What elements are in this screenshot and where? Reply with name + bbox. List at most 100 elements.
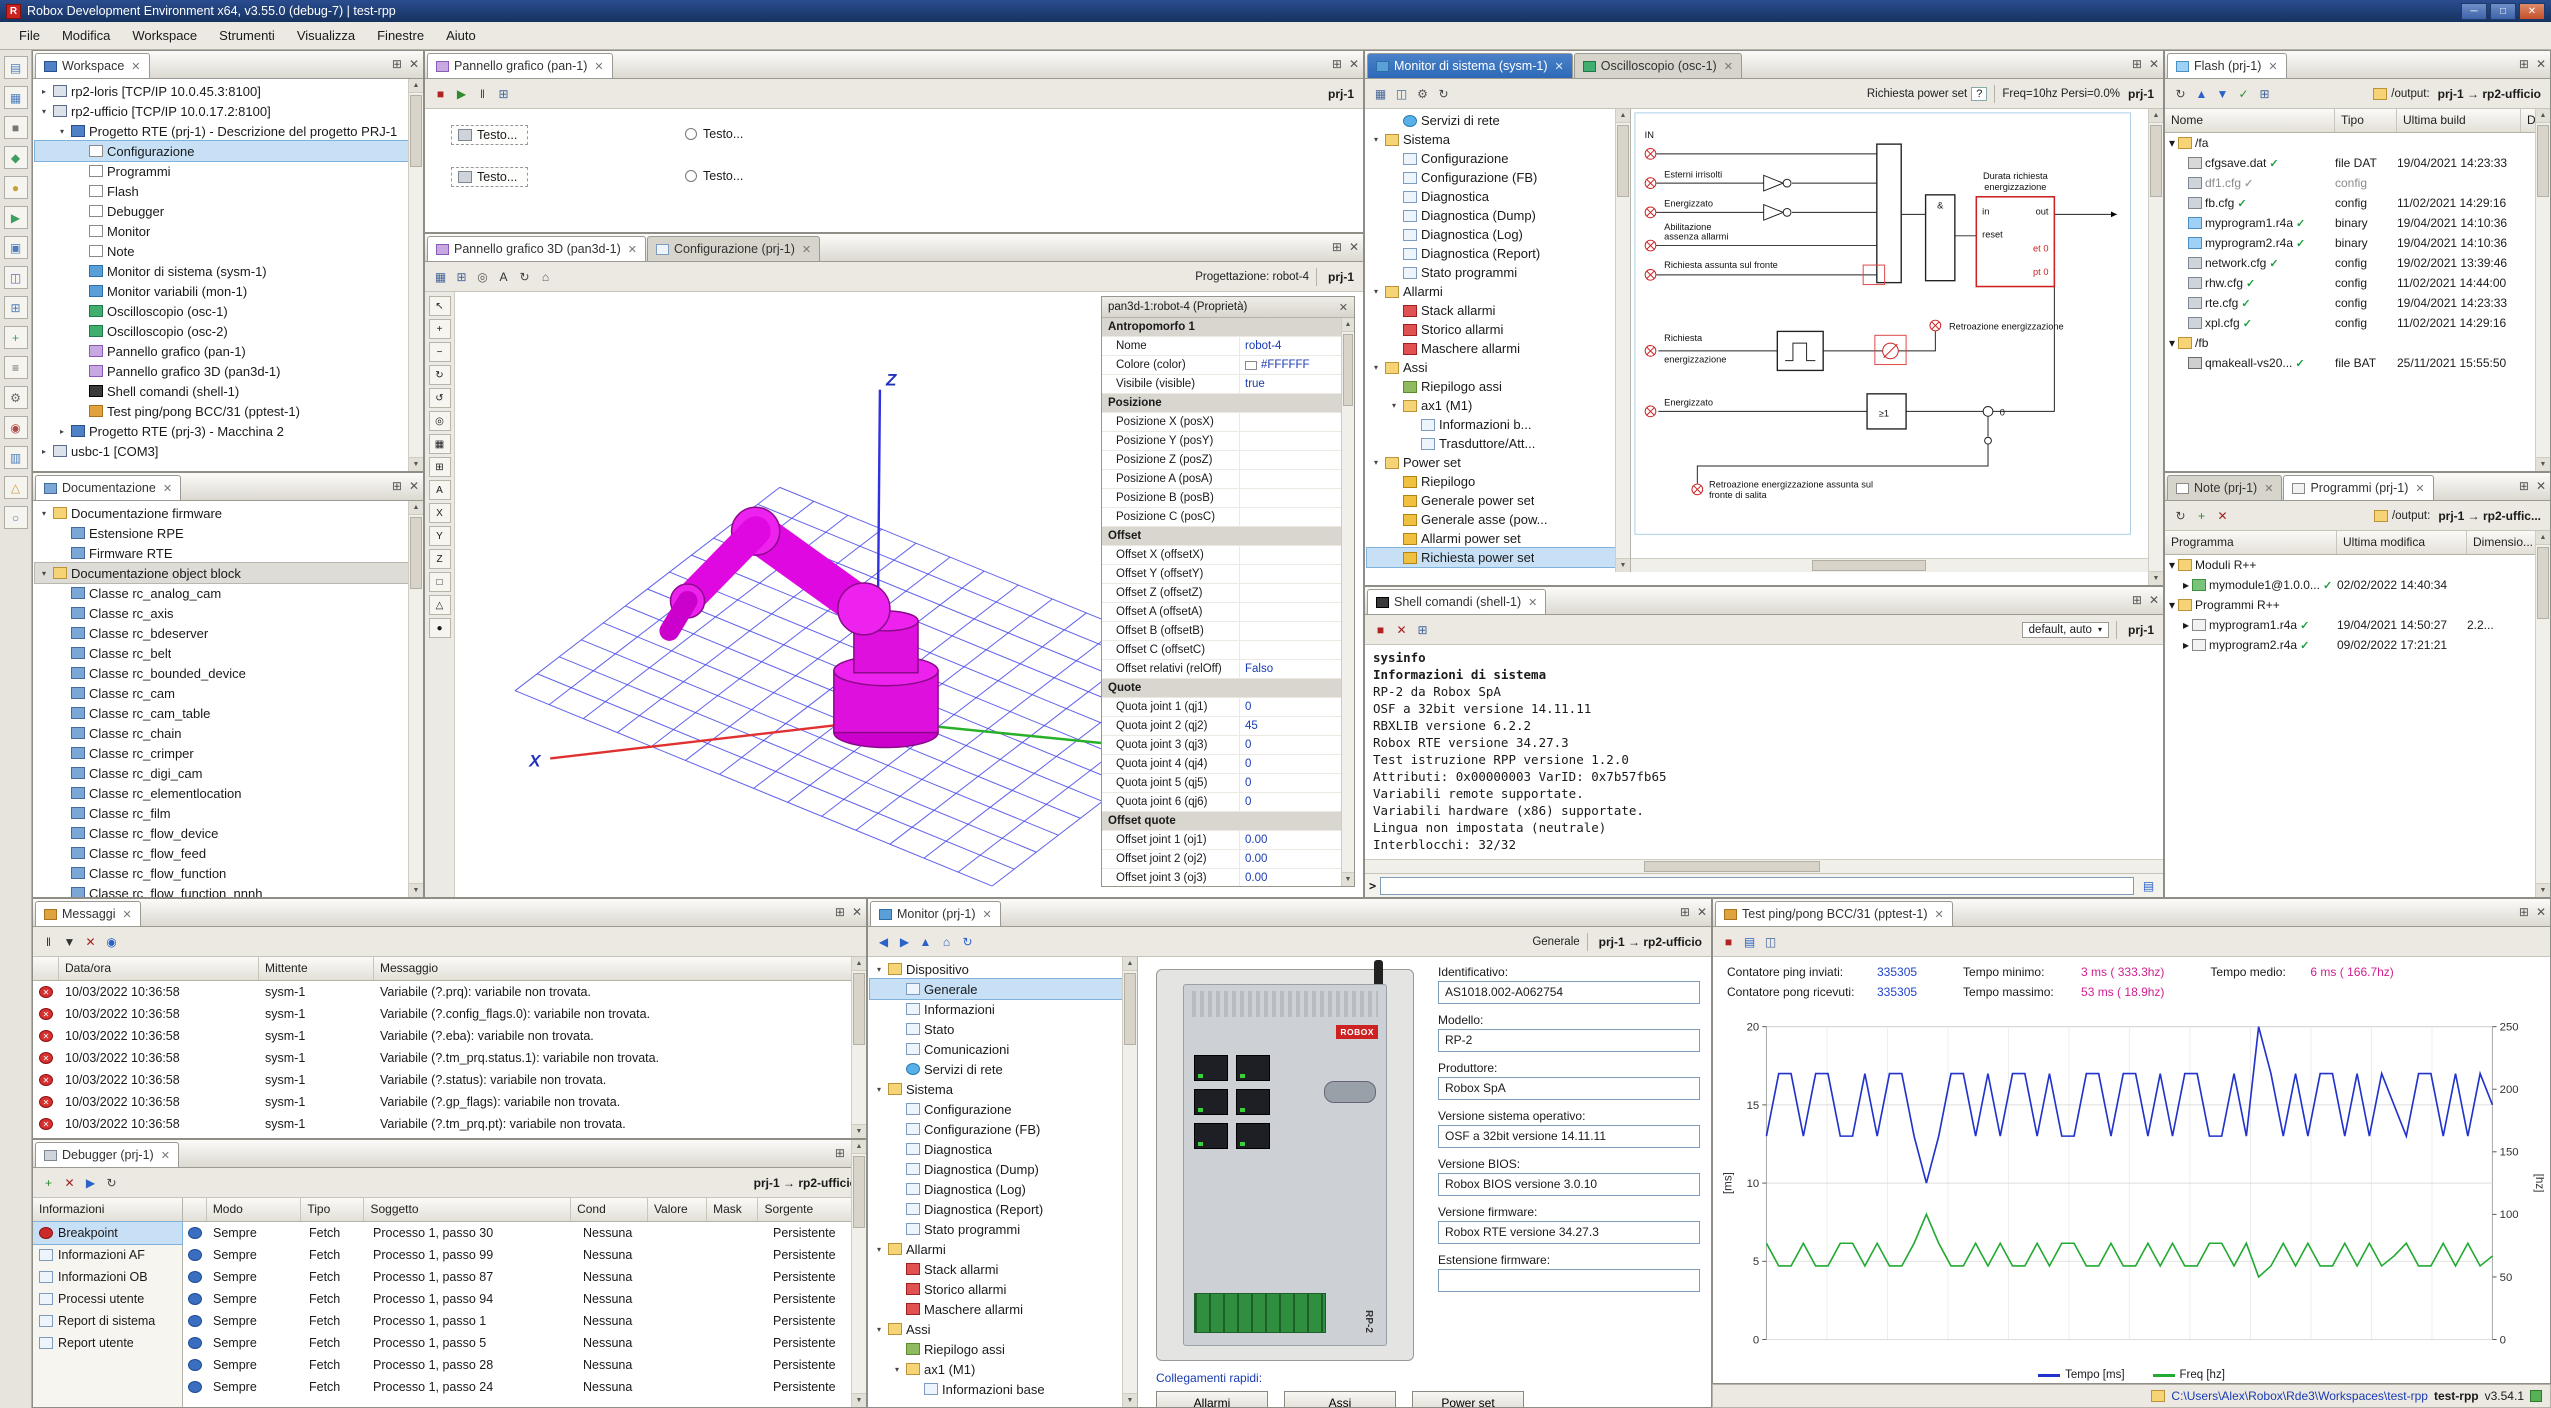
tree-item[interactable]: Generale asse (pow... xyxy=(1367,510,1615,529)
tab-workspace[interactable]: Workspace✕ xyxy=(35,53,150,78)
grid-icon[interactable]: ▦ xyxy=(429,434,451,454)
vertical-scrollbar[interactable]: ▲▼ xyxy=(1122,957,1137,1407)
debug-info-item[interactable]: Report utente xyxy=(33,1332,182,1354)
alert-icon[interactable]: △ xyxy=(4,476,28,499)
tree-item[interactable]: ▾ ax1 (M1) xyxy=(1367,396,1615,415)
file-row[interactable]: fb.cfg✓ config 11/02/2021 14:29:16 xyxy=(2165,193,2550,213)
vertical-scrollbar[interactable]: ▲▼ xyxy=(851,957,866,1138)
center-icon[interactable]: ◎ xyxy=(429,411,451,431)
field-value[interactable]: Robox RTE versione 34.27.3 xyxy=(1438,1221,1700,1244)
vertical-scrollbar[interactable]: ▲▼ xyxy=(408,501,423,897)
tab-programmi[interactable]: Programmi (prj-1)✕ xyxy=(2283,475,2433,500)
tree-item[interactable]: Configurazione xyxy=(1367,149,1615,168)
menu-item[interactable]: Visualizza xyxy=(286,24,366,47)
tree-item[interactable]: Richiesta power set xyxy=(1367,548,1615,567)
tree-item[interactable]: Configurazione (FB) xyxy=(870,1119,1122,1139)
dock-icon[interactable]: ⊞ xyxy=(1680,905,1690,919)
property-row[interactable]: Offset Z (offsetZ) xyxy=(1102,584,1341,603)
expander-icon[interactable]: ▸ xyxy=(39,87,49,96)
close-icon[interactable]: ✕ xyxy=(2149,593,2159,607)
refresh-icon[interactable]: ↻ xyxy=(2170,83,2191,104)
tree-item[interactable]: Stack allarmi xyxy=(1367,301,1615,320)
shell-command-input[interactable] xyxy=(1380,877,2134,895)
up-icon[interactable]: ▲ xyxy=(915,931,936,952)
expander-icon[interactable]: ▸ xyxy=(39,447,49,456)
tree-item[interactable]: Estensione RPE xyxy=(35,523,408,543)
save-icon[interactable]: ▼ xyxy=(59,931,80,952)
tree-item[interactable]: Diagnostica (Report) xyxy=(870,1199,1122,1219)
stop-icon[interactable]: ■ xyxy=(1370,619,1391,640)
tree-item[interactable]: Diagnostica xyxy=(870,1139,1122,1159)
download-icon[interactable]: ▼ xyxy=(2212,83,2233,104)
vertical-scrollbar[interactable]: ▲▼ xyxy=(1341,318,1354,886)
program-row[interactable]: ▾Programmi R++ xyxy=(2165,595,2550,615)
close-tab-icon[interactable]: ✕ xyxy=(131,60,140,73)
settings-icon[interactable]: ⚙ xyxy=(1412,83,1433,104)
connect-icon[interactable]: ◆ xyxy=(4,146,28,169)
refresh-icon[interactable]: ↻ xyxy=(1433,83,1454,104)
messages-table-header[interactable]: Data/ora Mittente Messaggio xyxy=(33,957,866,981)
stop-icon[interactable]: ■ xyxy=(1718,931,1739,952)
report-icon[interactable]: ▤ xyxy=(1739,931,1760,952)
home-view-icon[interactable]: ⌂ xyxy=(535,266,556,287)
upload-icon[interactable]: ▲ xyxy=(2191,83,2212,104)
axes-icon[interactable]: ⊞ xyxy=(429,457,451,477)
pointer-icon[interactable]: ↖ xyxy=(429,296,451,316)
program-row[interactable]: ▸mymodule1@1.0.0...✓ 02/02/2022 14:40:34 xyxy=(2165,575,2550,595)
close-tab-icon[interactable]: ✕ xyxy=(1724,60,1733,73)
dock-icon[interactable]: ⊞ xyxy=(392,57,402,71)
tree-item[interactable]: Servizi di rete xyxy=(1367,111,1615,130)
message-row[interactable]: 10/03/2022 10:36:58 sysm-1 Variabile (?.… xyxy=(33,1047,866,1069)
expander-icon[interactable]: ▾ xyxy=(2169,558,2175,572)
refresh-icon[interactable]: ↻ xyxy=(957,931,978,952)
tree-item[interactable]: Monitor variabili (mon-1) xyxy=(35,281,408,301)
breakpoint-row[interactable]: Sempre Fetch Processo 1, passo 94 Nessun… xyxy=(183,1288,866,1310)
verify-icon[interactable]: ✓ xyxy=(2233,83,2254,104)
expander-icon[interactable]: ▾ xyxy=(2169,598,2175,612)
close-icon[interactable]: ✕ xyxy=(2536,57,2546,71)
clear-icon[interactable]: ✕ xyxy=(1391,619,1412,640)
property-row[interactable]: Posizione X (posX) xyxy=(1102,413,1341,432)
close-tab-icon[interactable]: ✕ xyxy=(2264,482,2273,495)
close-icon[interactable]: ✕ xyxy=(1349,57,1359,71)
panel-radio-item[interactable]: Testo... xyxy=(685,127,743,141)
expander-icon[interactable]: ▾ xyxy=(874,1245,884,1254)
file-row[interactable]: rte.cfg✓ config 19/04/2021 14:23:33 xyxy=(2165,293,2550,313)
open-icon[interactable]: ▦ xyxy=(4,86,28,109)
property-row[interactable]: Quota joint 4 (qj4) 0 xyxy=(1102,755,1341,774)
tree-item[interactable]: Informazioni b... xyxy=(1367,415,1615,434)
breakpoint-row[interactable]: Sempre Fetch Processo 1, passo 99 Nessun… xyxy=(183,1244,866,1266)
refresh-icon[interactable]: ↻ xyxy=(101,1172,122,1193)
tab-monitor[interactable]: Monitor (prj-1)✕ xyxy=(870,901,1001,926)
vertical-scrollbar[interactable]: ▲▼ xyxy=(2148,109,2163,585)
field-value[interactable] xyxy=(1438,1269,1700,1292)
property-row[interactable]: Quota joint 6 (qj6) 0 xyxy=(1102,793,1341,812)
tree-item[interactable]: ▸ usbc-1 [COM3] xyxy=(35,441,408,461)
add-icon[interactable]: + xyxy=(2191,505,2212,526)
vertical-scrollbar[interactable]: ▲▼ xyxy=(2535,109,2550,471)
tab-pan1[interactable]: Pannello grafico (pan-1)✕ xyxy=(427,53,613,78)
dock-icon[interactable]: ⊞ xyxy=(2519,905,2529,919)
message-row[interactable]: 10/03/2022 10:36:58 sysm-1 Variabile (?.… xyxy=(33,1003,866,1025)
forward-icon[interactable]: ▶ xyxy=(894,931,915,952)
property-row[interactable]: Quota joint 1 (qj1) 0 xyxy=(1102,698,1341,717)
tree-item[interactable]: Diagnostica (Dump) xyxy=(870,1159,1122,1179)
property-row[interactable]: Posizione B (posB) xyxy=(1102,489,1341,508)
property-row[interactable]: Colore (color) #FFFFFF xyxy=(1102,356,1341,375)
y-view-icon[interactable]: Y xyxy=(429,526,451,546)
remove-breakpoint-icon[interactable]: ✕ xyxy=(59,1172,80,1193)
tree-item[interactable]: Classe rc_flow_device xyxy=(35,823,408,843)
run-icon[interactable]: ▶ xyxy=(4,206,28,229)
zoom-in-icon[interactable]: + xyxy=(429,319,451,339)
property-row[interactable]: Offset joint 3 (oj3) 0.00 xyxy=(1102,869,1341,886)
tab-system-monitor[interactable]: Monitor di sistema (sysm-1)✕ xyxy=(1367,53,1573,78)
tree-item[interactable]: Stato programmi xyxy=(1367,263,1615,282)
grid-icon[interactable]: ⊞ xyxy=(2254,83,2275,104)
expander-icon[interactable]: ▾ xyxy=(39,509,49,518)
tree-item[interactable]: ▾ Progetto RTE (prj-1) - Descrizione del… xyxy=(35,121,408,141)
z-view-icon[interactable]: Z xyxy=(429,549,451,569)
tab-flash[interactable]: Flash (prj-1)✕ xyxy=(2167,53,2287,78)
tree-item[interactable]: Oscilloscopio (osc-2) xyxy=(35,321,408,341)
stop-icon[interactable]: ■ xyxy=(430,83,451,104)
dock-icon[interactable]: ⊞ xyxy=(2519,57,2529,71)
